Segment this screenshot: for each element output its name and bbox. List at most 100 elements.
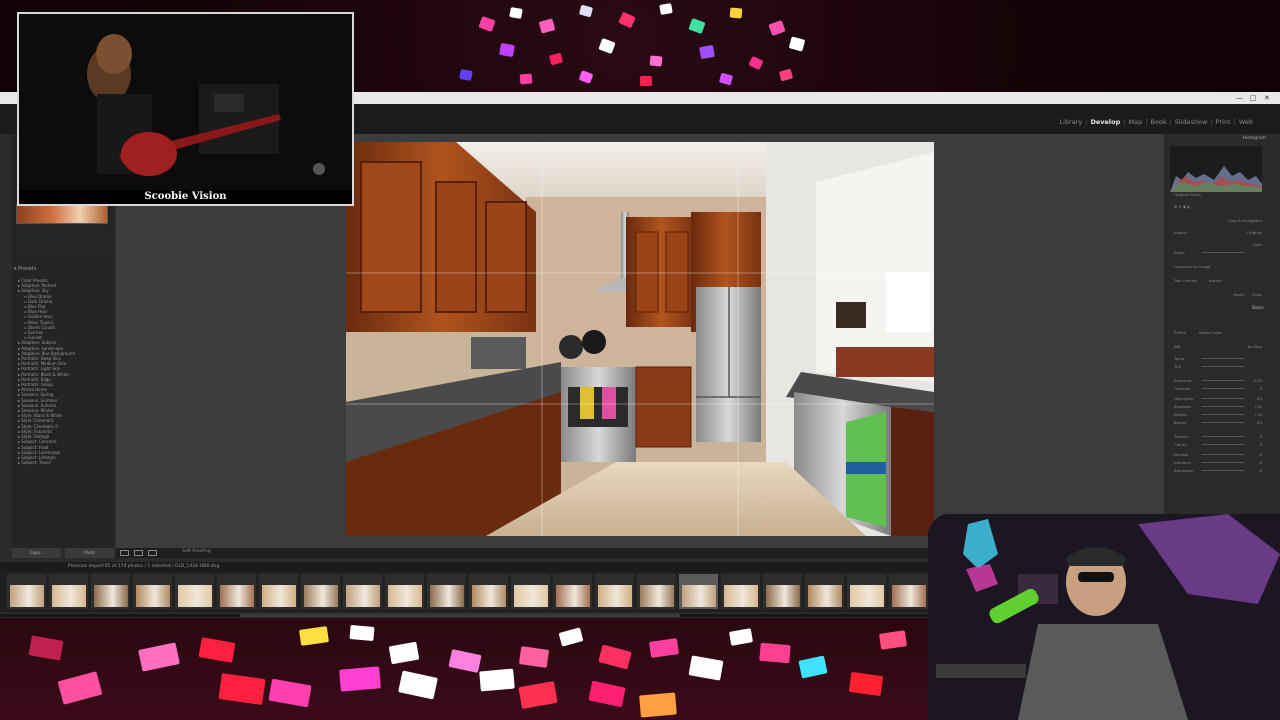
filmstrip-thumbnail[interactable] [804, 573, 845, 610]
soft-proofing-toggle[interactable]: Soft Proofing [182, 549, 211, 554]
profile-row: Profile Adobe Color [1174, 330, 1222, 335]
profile-dropdown[interactable]: Adobe Color [1199, 330, 1222, 335]
survey-view-icon[interactable] [148, 550, 157, 556]
filmstrip-thumbnail[interactable] [48, 573, 89, 610]
filmstrip-source-info[interactable]: Previous Import 65 of 174 photos / 1 sel… [68, 564, 219, 569]
filmstrip [0, 572, 930, 612]
slider-label: Texture [1174, 434, 1188, 439]
slider-track[interactable] [1202, 414, 1244, 415]
filmstrip-thumbnail[interactable] [678, 573, 719, 610]
kitchen-image [346, 142, 934, 536]
module-map[interactable]: Map [1125, 118, 1145, 126]
disco-light-tile [518, 646, 550, 668]
basic-header[interactable]: Basic [1252, 306, 1264, 311]
slider-track[interactable] [1202, 388, 1244, 389]
slider-track[interactable] [1202, 398, 1244, 399]
filmstrip-thumbnail[interactable] [384, 573, 425, 610]
slider-track[interactable] [1202, 422, 1244, 423]
thumbnail-image [640, 585, 674, 607]
slider-track[interactable] [1202, 358, 1244, 359]
auto-button[interactable]: Auto [1253, 242, 1262, 247]
slider-track[interactable] [1202, 454, 1244, 455]
copy-button[interactable]: Copy... [12, 548, 61, 558]
filmstrip-thumbnail[interactable] [552, 573, 593, 610]
filmstrip-thumbnail[interactable] [174, 573, 215, 610]
scrollbar-handle[interactable] [240, 614, 680, 617]
slider-value[interactable]: +19 [1254, 412, 1262, 417]
reset-button[interactable]: Reset [1233, 292, 1244, 297]
heal-tool-icon[interactable]: ✎ [1178, 204, 1181, 209]
slider-value[interactable]: 0 [1260, 442, 1262, 447]
slider-track[interactable] [1202, 366, 1244, 367]
slider-track[interactable] [1202, 380, 1244, 381]
presets-header[interactable]: ▾ Presets [14, 266, 112, 274]
preset-item[interactable]: ▸ Subject: Travel [18, 460, 110, 465]
filmstrip-thumbnail[interactable] [594, 573, 635, 610]
mask-tool-icon[interactable]: ◐ [1187, 204, 1190, 209]
filmstrip-thumbnail[interactable] [510, 573, 551, 610]
filmstrip-thumbnail[interactable] [342, 573, 383, 610]
histogram-graph [1170, 166, 1262, 192]
module-print[interactable]: Print [1213, 118, 1234, 126]
filmstrip-thumbnail[interactable] [846, 573, 887, 610]
filmstrip-thumbnail[interactable] [216, 573, 257, 610]
slider-label: Shadows [1174, 404, 1191, 409]
thumbnail-image [556, 585, 590, 607]
filmstrip-thumbnail[interactable] [888, 573, 929, 610]
aspect-dropdown[interactable]: Original [1247, 230, 1262, 235]
redeye-tool-icon[interactable]: ◉ [1183, 204, 1186, 209]
slider-track[interactable] [1202, 462, 1244, 463]
filmstrip-thumbnail[interactable] [258, 573, 299, 610]
constrain-checkbox[interactable]: Constrain to Image [1174, 264, 1210, 269]
kitchen-photo[interactable] [346, 142, 934, 536]
close-button[interactable]: Close [1252, 292, 1262, 297]
disco-light-tile [459, 69, 473, 81]
filmstrip-thumbnail[interactable] [720, 573, 761, 610]
wb-dropdown[interactable]: As Shot [1248, 344, 1262, 349]
histogram-header[interactable]: Histogram [1243, 136, 1266, 141]
filmstrip-thumbnail[interactable] [132, 573, 173, 610]
filmstrip-thumbnail[interactable] [90, 573, 131, 610]
slider-track[interactable] [1202, 436, 1244, 437]
thumbnail-image [304, 585, 338, 607]
filmstrip-thumbnail[interactable] [426, 573, 467, 610]
maximize-icon[interactable]: □ [1250, 94, 1257, 102]
module-book[interactable]: Book [1147, 118, 1169, 126]
slider-value[interactable]: 0 [1260, 452, 1262, 457]
module-web[interactable]: Web [1236, 118, 1256, 126]
slider-value[interactable]: 0 [1260, 386, 1262, 391]
original-photo-label: Original Photo [1174, 192, 1201, 197]
slider-value[interactable]: +41 [1254, 404, 1262, 409]
tool-overlay-dropdown[interactable]: Always [1209, 278, 1222, 283]
filmstrip-thumbnail[interactable] [300, 573, 341, 610]
filmstrip-thumbnail[interactable] [6, 573, 47, 610]
module-library[interactable]: Library [1057, 118, 1086, 126]
compare-view-icon[interactable] [134, 550, 143, 556]
thumbnail-image [892, 585, 926, 607]
paste-button[interactable]: Paste [65, 548, 114, 558]
slider-value[interactable]: 0 [1260, 460, 1262, 465]
angle-slider[interactable] [1202, 252, 1244, 253]
navigator-preview[interactable] [16, 204, 108, 224]
slider-value[interactable]: 0.00 [1254, 378, 1262, 383]
slider-value[interactable]: -24 [1256, 420, 1262, 425]
slider-track[interactable] [1202, 470, 1244, 471]
disco-light-tile [558, 627, 584, 647]
slider-track[interactable] [1202, 406, 1244, 407]
slider-value[interactable]: 0 [1260, 468, 1262, 473]
filmstrip-thumbnail[interactable] [468, 573, 509, 610]
slider-value[interactable]: 0 [1260, 434, 1262, 439]
slider-value[interactable]: -24 [1256, 396, 1262, 401]
minimize-icon[interactable]: — [1236, 94, 1243, 102]
module-slideshow[interactable]: Slideshow [1172, 118, 1211, 126]
filmstrip-thumbnail[interactable] [762, 573, 803, 610]
module-develop[interactable]: Develop [1087, 118, 1123, 126]
slider-track[interactable] [1202, 444, 1244, 445]
filmstrip-thumbnail[interactable] [636, 573, 677, 610]
loupe-view-icon[interactable] [120, 550, 129, 556]
slider-label: Clarity [1174, 442, 1187, 447]
filmstrip-scrollbar[interactable] [0, 614, 930, 617]
close-icon[interactable]: ✕ [1264, 94, 1270, 102]
crop-tool-icon[interactable]: ⊞ [1174, 204, 1177, 209]
disco-light-tile [388, 641, 420, 665]
